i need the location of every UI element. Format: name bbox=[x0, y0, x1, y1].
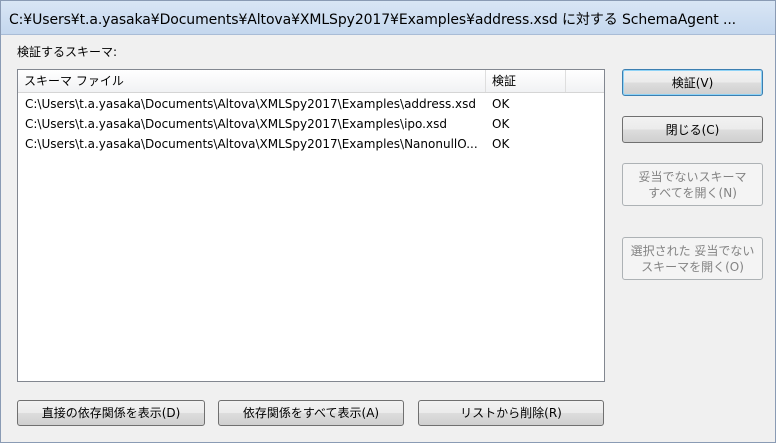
validate-button-label: 検証(V) bbox=[671, 75, 714, 90]
schemaagent-validation-dialog: C:¥Users¥t.a.yasaka¥Documents¥Altova¥XML… bbox=[0, 0, 776, 443]
close-button[interactable]: 閉じる(C) bbox=[622, 116, 763, 143]
schemas-to-validate-label: 検証するスキーマ: bbox=[17, 45, 118, 59]
close-button-label: 閉じる(C) bbox=[665, 122, 720, 137]
validation-status: OK bbox=[492, 117, 510, 131]
column-header-validation[interactable]: 検証 bbox=[486, 70, 566, 92]
table-row[interactable]: C:\Users\t.a.yasaka\Documents\Altova\XML… bbox=[18, 134, 604, 154]
schema-file-path: C:\Users\t.a.yasaka\Documents\Altova\XML… bbox=[25, 137, 478, 151]
show-direct-dependencies-button[interactable]: 直接の依存関係を表示(D) bbox=[17, 400, 205, 426]
open-selected-label-line1: 選択された 妥当でない bbox=[630, 243, 755, 258]
schema-file-path: C:\Users\t.a.yasaka\Documents\Altova\XML… bbox=[25, 117, 447, 131]
title-bar[interactable]: C:¥Users¥t.a.yasaka¥Documents¥Altova¥XML… bbox=[1, 1, 775, 35]
table-row[interactable]: C:\Users\t.a.yasaka\Documents\Altova\XML… bbox=[18, 94, 604, 114]
open-all-invalid-label-line1: 妥当でないスキーマ bbox=[638, 169, 747, 184]
show-all-dependencies-label: 依存関係をすべて表示(A) bbox=[242, 406, 380, 420]
schema-list[interactable]: スキーマ ファイル 検証 C:\Users\t.a.yasaka\Documen… bbox=[17, 69, 605, 382]
window-title: C:¥Users¥t.a.yasaka¥Documents¥Altova¥XML… bbox=[9, 12, 737, 28]
validation-status: OK bbox=[492, 97, 510, 111]
open-all-invalid-label-line2: すべてを開く(N) bbox=[648, 185, 737, 200]
table-row[interactable]: C:\Users\t.a.yasaka\Documents\Altova\XML… bbox=[18, 114, 604, 134]
column-header-schema-file[interactable]: スキーマ ファイル bbox=[18, 70, 486, 92]
validation-status: OK bbox=[492, 137, 510, 151]
validate-button[interactable]: 検証(V) bbox=[622, 69, 763, 96]
column-header-empty bbox=[566, 70, 604, 92]
show-direct-dependencies-label: 直接の依存関係を表示(D) bbox=[41, 406, 181, 420]
open-all-invalid-schemas-button[interactable]: 妥当でないスキーマ すべてを開く(N) bbox=[622, 163, 763, 206]
open-selected-invalid-schemas-button[interactable]: 選択された 妥当でない スキーマを開く(O) bbox=[622, 237, 763, 280]
list-header: スキーマ ファイル 検証 bbox=[18, 70, 604, 93]
open-selected-label-line2: スキーマを開く(O) bbox=[641, 259, 744, 274]
remove-from-list-button[interactable]: リストから削除(R) bbox=[418, 400, 604, 426]
schema-file-path: C:\Users\t.a.yasaka\Documents\Altova\XML… bbox=[25, 97, 477, 111]
remove-from-list-label: リストから削除(R) bbox=[460, 406, 562, 420]
show-all-dependencies-button[interactable]: 依存関係をすべて表示(A) bbox=[218, 400, 404, 426]
